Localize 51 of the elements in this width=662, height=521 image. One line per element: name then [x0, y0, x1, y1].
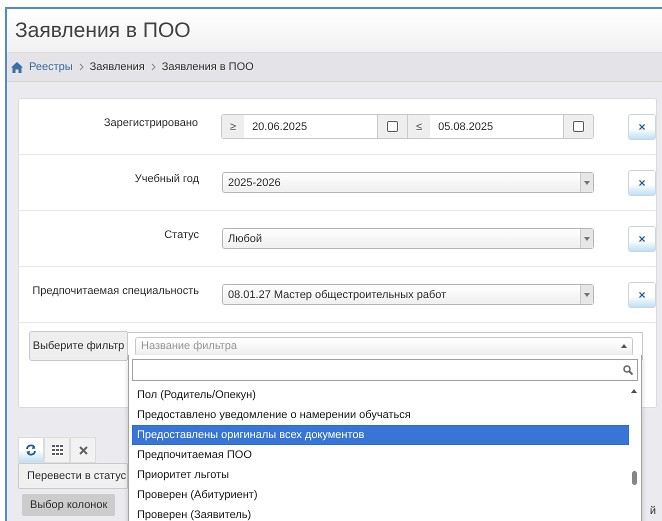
partial-label: й [650, 505, 656, 517]
filter-label: Учебный год [134, 172, 200, 184]
toolbar-button[interactable] [18, 437, 44, 463]
dropdown-option[interactable]: Предоставлены оригиналы всех документов [132, 425, 629, 445]
caret-icon [584, 236, 590, 240]
dropdown-option[interactable]: Проверен (Абитуриент) [132, 485, 629, 505]
grid-icon [52, 445, 62, 455]
caret-up-icon [621, 344, 627, 348]
toolbar-button[interactable] [70, 437, 96, 463]
search-icon [623, 365, 633, 375]
select-field[interactable]: Любой [222, 228, 594, 249]
from-sign: ≥ [222, 115, 244, 138]
filter-label: Предпочитаемая специальность [31, 284, 200, 296]
toolbar-button[interactable] [44, 437, 70, 463]
clear-button[interactable]: × [628, 226, 656, 252]
status-button[interactable]: Перевести в статус [18, 463, 128, 489]
caret-icon [584, 180, 590, 184]
clear-button[interactable]: × [628, 282, 656, 308]
filter-label: Статус [163, 228, 200, 240]
dropdown-option[interactable]: Пол (Родитель/Опекун) [132, 385, 629, 405]
dropdown-option[interactable]: Проверен (Заявитель) [132, 505, 629, 521]
breadcrumb-link[interactable]: Реестры [29, 61, 73, 73]
select-field[interactable]: 2025-2026 [222, 172, 594, 193]
select-field[interactable]: 08.01.27 Мастер общестроительных работ [222, 284, 594, 305]
dropdown-option[interactable]: Предпочитаемая ПОО [132, 445, 629, 465]
checkbox[interactable] [387, 121, 398, 132]
filter-label: Зарегистрировано [102, 116, 200, 128]
page-title: Заявления в ПОО [15, 18, 191, 42]
breadcrumb-item: Заявления [90, 61, 145, 73]
dropdown-option[interactable]: Приоритет льготы [132, 465, 629, 485]
select-value: 08.01.27 Мастер общестроительных работ [228, 288, 446, 300]
caret-icon [584, 292, 590, 296]
dropdown-option[interactable]: Предоставлено уведомление о намерении обучаться [132, 405, 629, 425]
refresh-icon [25, 444, 37, 456]
chevron-icon [78, 63, 84, 71]
dropdown-search-field[interactable] [132, 359, 638, 381]
scrollbar-thumb[interactable] [632, 471, 637, 485]
checkbox[interactable] [573, 121, 584, 132]
close-icon [78, 446, 88, 454]
select-value: Любой [228, 232, 262, 244]
filter-placeholder: Название фильтра [141, 340, 237, 352]
clear-button[interactable]: × [628, 114, 656, 140]
home-icon[interactable] [11, 62, 23, 72]
select-value: 2025-2026 [228, 176, 281, 188]
to-sign: ≤ [407, 115, 430, 138]
filter-picker-label: Выберите фильтр [29, 331, 127, 361]
columns-button[interactable]: Выбор колонок [22, 494, 116, 516]
chevron-icon [150, 63, 156, 71]
scroll-up-icon[interactable] [631, 389, 637, 393]
breadcrumb-item: Заявления в ПОО [162, 61, 254, 73]
clear-button[interactable]: × [628, 170, 656, 196]
